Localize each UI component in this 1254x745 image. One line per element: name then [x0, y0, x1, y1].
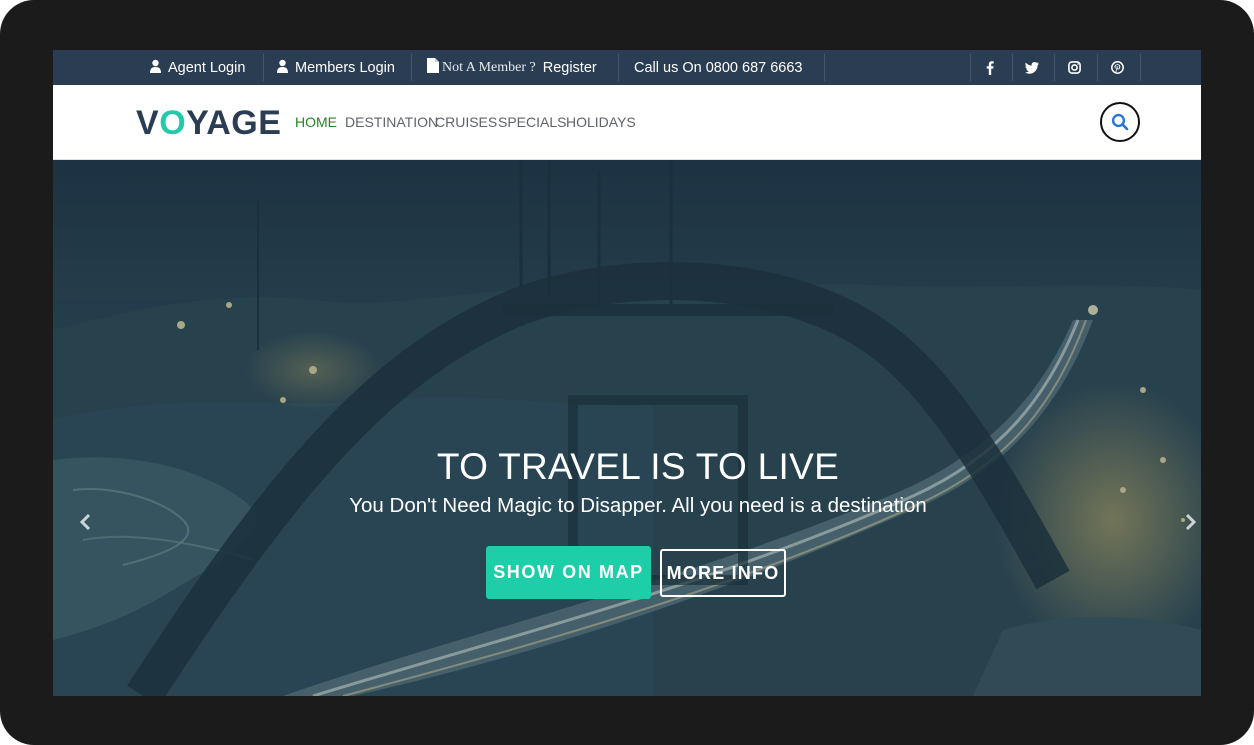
- user-icon: [150, 59, 161, 77]
- logo-accent-letter: O: [159, 104, 187, 142]
- pinterest-icon[interactable]: [1096, 50, 1139, 85]
- members-login-label: Members Login: [295, 59, 395, 76]
- twitter-icon[interactable]: [1010, 50, 1053, 85]
- browser-viewport: Agent Login Members Login Not A Member ?…: [53, 50, 1201, 696]
- search-icon: [1111, 113, 1129, 131]
- divider: [411, 54, 412, 81]
- register-label: Register: [542, 59, 597, 76]
- device-frame: Agent Login Members Login Not A Member ?…: [0, 0, 1254, 745]
- nav-destination[interactable]: DESTINATION: [345, 113, 438, 131]
- nav-cruises[interactable]: CRUISES: [435, 113, 497, 131]
- nav-holidays[interactable]: HOLIDAYS: [566, 113, 636, 131]
- logo-letter: V: [136, 104, 160, 142]
- register-link[interactable]: Not A Member ? Register: [427, 50, 597, 85]
- show-on-map-button[interactable]: SHOW ON MAP: [486, 546, 651, 599]
- hero-slider: TO TRAVEL IS TO LIVE You Don't Need Magi…: [53, 160, 1201, 696]
- user-icon: [277, 59, 288, 77]
- main-navbar: VOYAGE HOME DESTINATION CRUISES SPECIALS…: [53, 85, 1201, 160]
- divider: [263, 54, 264, 81]
- facebook-icon[interactable]: [968, 50, 1011, 85]
- instagram-icon[interactable]: [1053, 50, 1096, 85]
- divider: [824, 54, 825, 81]
- members-login-link[interactable]: Members Login: [277, 50, 395, 85]
- divider: [1140, 54, 1141, 81]
- agent-login-link[interactable]: Agent Login: [150, 50, 245, 85]
- hero-title: TO TRAVEL IS TO LIVE: [436, 446, 840, 487]
- top-bar: Agent Login Members Login Not A Member ?…: [53, 50, 1201, 85]
- not-member-text: Not A Member ?: [442, 59, 536, 75]
- hero-overlay: [53, 160, 1201, 696]
- search-button[interactable]: [1100, 102, 1140, 142]
- divider: [618, 54, 619, 81]
- agent-login-label: Agent Login: [168, 59, 246, 76]
- call-us-text: Call us On 0800 687 6663: [634, 59, 803, 76]
- file-icon: [427, 58, 439, 77]
- nav-home[interactable]: HOME: [295, 113, 337, 131]
- hero-subtitle: You Don't Need Magic to Disapper. All yo…: [349, 494, 927, 517]
- phone-number: Call us On 0800 687 6663: [634, 50, 803, 85]
- logo[interactable]: VOYAGE: [136, 103, 281, 143]
- nav-specials[interactable]: SPECIALS: [498, 113, 566, 131]
- logo-letters: YAGE: [186, 104, 282, 142]
- more-info-button[interactable]: MORE INFO: [660, 549, 786, 597]
